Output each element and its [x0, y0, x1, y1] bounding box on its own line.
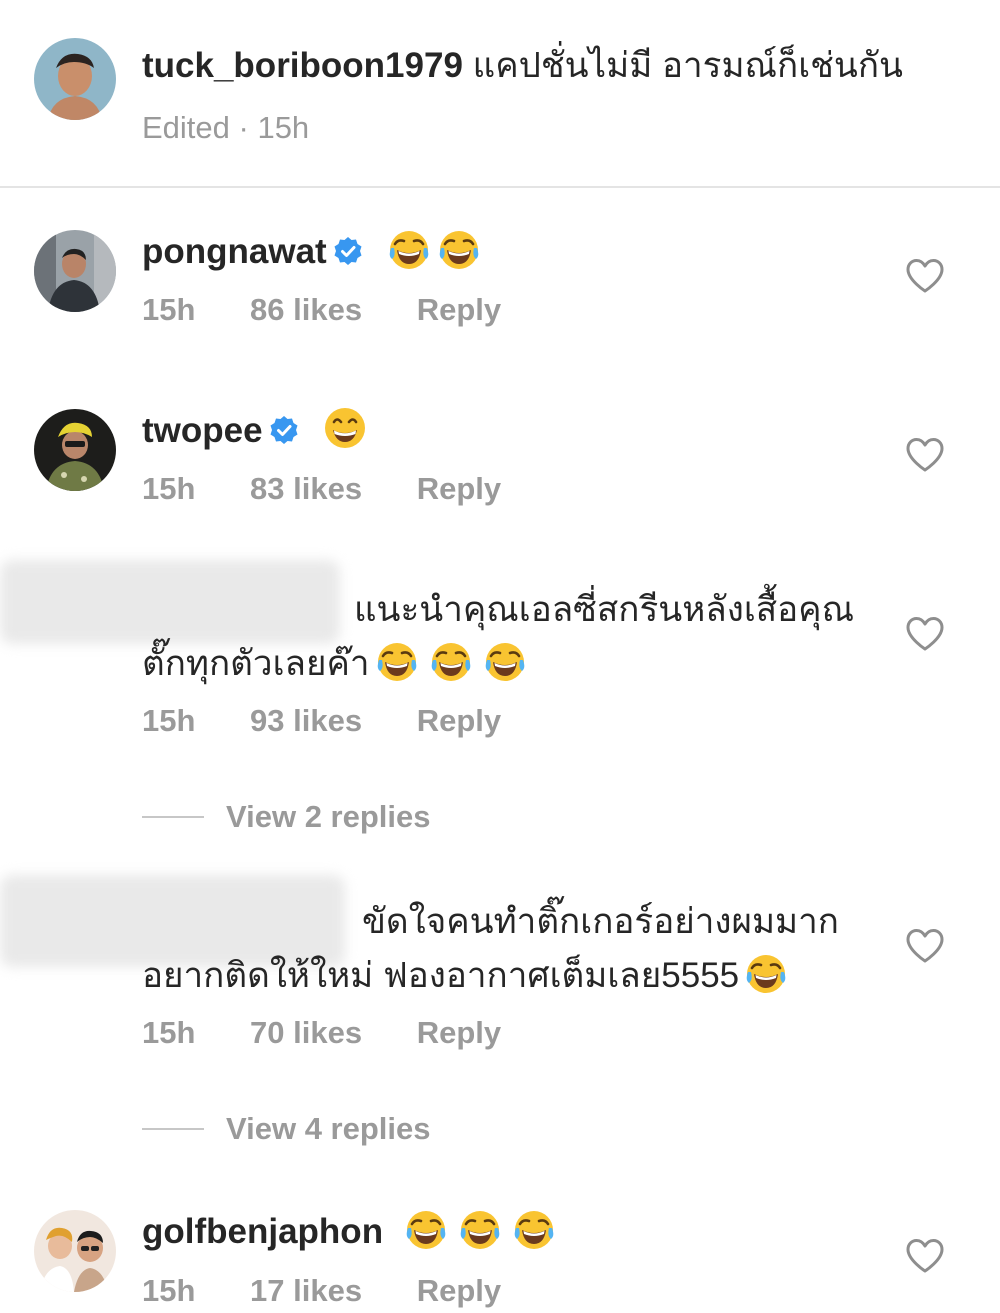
comment-body: แนะนำคุณเอลซี่สกรีนหลังเสื้อคุณ — [354, 590, 855, 629]
comment-meta: 15h 17 likes Reply — [142, 1271, 501, 1311]
comment-header: golfbenjaphon — [142, 1206, 557, 1254]
reply-button[interactable]: Reply — [417, 469, 501, 509]
heart-icon[interactable] — [905, 437, 945, 473]
comment-time: 15h — [142, 1273, 196, 1308]
comment-header: twopee — [142, 405, 368, 453]
reply-button[interactable]: Reply — [417, 701, 501, 741]
heart-icon[interactable] — [905, 616, 945, 652]
tears-of-joy-emoji-icon — [743, 950, 789, 996]
comment-likes[interactable]: 17 likes — [250, 1271, 362, 1311]
reply-button[interactable]: Reply — [417, 1013, 501, 1053]
comment-likes[interactable]: 70 likes — [250, 1013, 362, 1053]
tears-of-joy-emoji-icon — [457, 1206, 503, 1252]
caption-meta: Edited · 15h — [142, 108, 309, 148]
comment-text-line: แนะนำคุณเอลซี่สกรีนหลังเสื้อคุณ — [354, 588, 854, 632]
tears-of-joy-emoji-icon — [386, 226, 432, 272]
tears-of-joy-emoji-icon — [436, 226, 482, 272]
comment-time: 15h — [142, 1015, 196, 1050]
view-replies-label[interactable]: View 4 replies — [226, 1111, 431, 1146]
grinning-emoji-icon — [322, 405, 368, 451]
comment-meta: 15h 86 likes Reply — [142, 290, 501, 330]
commenter-avatar[interactable] — [34, 1210, 116, 1292]
heart-icon[interactable] — [905, 928, 945, 964]
verified-badge-icon — [333, 236, 363, 266]
comment-time: 15h — [142, 471, 196, 506]
comment-header: pongnawat — [142, 226, 482, 274]
comment-meta: 15h 83 likes Reply — [142, 469, 501, 509]
comment-username[interactable]: pongnawat — [142, 232, 327, 271]
tears-of-joy-emoji-icon — [428, 638, 474, 684]
blurred-avatar-and-username — [0, 560, 340, 644]
edited-timestamp: Edited · 15h — [142, 110, 310, 145]
comment-username[interactable]: twopee — [142, 411, 263, 450]
comment-likes[interactable]: 93 likes — [250, 701, 362, 741]
tears-of-joy-emoji-icon — [374, 638, 420, 684]
comment-text-line: อยากติดให้ใหม่ ฟองอากาศเต็มเลย5555 — [142, 950, 789, 998]
comment-text-line: ตั๊กทุกตัวเลยค๊า — [142, 638, 528, 686]
reply-button[interactable]: Reply — [417, 290, 501, 330]
heart-icon[interactable] — [905, 258, 945, 294]
comment-likes[interactable]: 83 likes — [250, 469, 362, 509]
comment-body-cont: อยากติดให้ใหม่ ฟองอากาศเต็มเลย5555 — [142, 956, 740, 995]
caption-author-avatar[interactable] — [34, 38, 116, 120]
comment-body-cont: ตั๊กทุกตัวเลยค๊า — [142, 644, 370, 683]
caption-body: แคปชั่นไม่มี อารมณ์ก็เช่นกัน — [472, 46, 903, 85]
heart-icon[interactable] — [905, 1238, 945, 1274]
comment-time: 15h — [142, 703, 196, 738]
tears-of-joy-emoji-icon — [403, 1206, 449, 1252]
commenter-avatar[interactable] — [34, 230, 116, 312]
reply-button[interactable]: Reply — [417, 1271, 501, 1311]
view-replies-button[interactable]: View 2 replies — [142, 797, 431, 837]
caption-text: tuck_boriboon1979 แคปชั่นไม่มี อารมณ์ก็เ… — [142, 44, 903, 88]
comment-meta: 15h 93 likes Reply — [142, 701, 501, 741]
comment-text-line: ขัดใจคนทำติ๊กเกอร์อย่างผมมาก — [362, 900, 839, 944]
commenter-avatar[interactable] — [34, 409, 116, 491]
caption-divider — [0, 186, 1000, 188]
comment-time: 15h — [142, 292, 196, 327]
caption-username[interactable]: tuck_boriboon1979 — [142, 46, 463, 85]
tears-of-joy-emoji-icon — [482, 638, 528, 684]
tears-of-joy-emoji-icon — [511, 1206, 557, 1252]
comment-likes[interactable]: 86 likes — [250, 290, 362, 330]
comment-meta: 15h 70 likes Reply — [142, 1013, 501, 1053]
verified-badge-icon — [269, 415, 299, 445]
comment-body: ขัดใจคนทำติ๊กเกอร์อย่างผมมาก — [362, 902, 839, 941]
view-replies-label[interactable]: View 2 replies — [226, 799, 431, 834]
view-replies-button[interactable]: View 4 replies — [142, 1109, 431, 1149]
comment-username[interactable]: golfbenjaphon — [142, 1212, 383, 1251]
replies-divider-line — [142, 816, 204, 818]
replies-divider-line — [142, 1128, 204, 1130]
post-caption: tuck_boriboon1979 แคปชั่นไม่มี อารมณ์ก็เ… — [0, 0, 1000, 188]
